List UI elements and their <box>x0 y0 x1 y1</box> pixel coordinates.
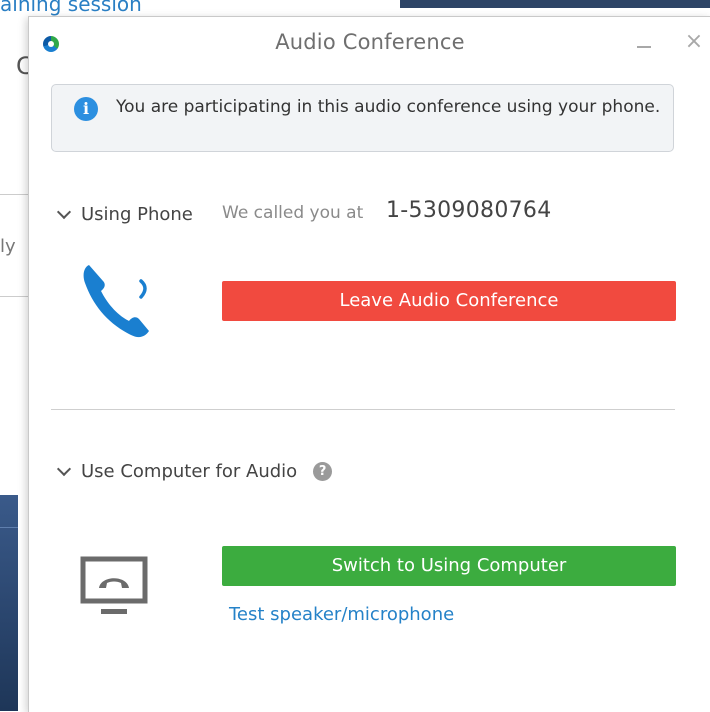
background-divider <box>0 194 30 195</box>
use-computer-audio-label: Use Computer for Audio <box>81 460 298 482</box>
background-session-link[interactable]: aining session <box>0 0 142 16</box>
computer-audio-icon <box>80 556 148 614</box>
phone-call-icon <box>83 265 149 338</box>
background-partial-text: ly <box>0 236 16 257</box>
use-computer-audio-toggle[interactable]: Use Computer for Audio ? <box>56 458 333 484</box>
minimize-button[interactable] <box>629 27 659 57</box>
background-panel-left <box>0 495 18 711</box>
background-divider <box>0 296 30 297</box>
section-divider <box>51 409 675 410</box>
called-prefix-text: We called you at <box>222 203 364 223</box>
close-button[interactable]: × <box>679 27 709 57</box>
chevron-down-icon <box>56 461 72 476</box>
background-panel-top <box>400 0 710 8</box>
title-bar[interactable]: Audio Conference × <box>29 17 710 69</box>
help-icon[interactable]: ? <box>313 461 333 481</box>
info-notice: i You are participating in this audio co… <box>51 84 674 152</box>
test-speaker-microphone-link[interactable]: Test speaker/microphone <box>229 604 454 625</box>
window-title: Audio Conference <box>275 30 465 54</box>
audio-conference-dialog: Audio Conference × i You are participati… <box>28 16 710 712</box>
using-phone-label: Using Phone <box>81 203 193 225</box>
info-icon: i <box>74 97 98 121</box>
using-phone-toggle[interactable]: Using Phone <box>56 201 193 227</box>
notice-text: You are participating in this audio conf… <box>116 97 661 117</box>
chevron-down-icon <box>56 204 72 219</box>
phone-number: 1-5309080764 <box>386 198 552 223</box>
leave-audio-conference-button[interactable]: Leave Audio Conference <box>222 281 676 321</box>
switch-to-computer-button[interactable]: Switch to Using Computer <box>222 546 676 586</box>
